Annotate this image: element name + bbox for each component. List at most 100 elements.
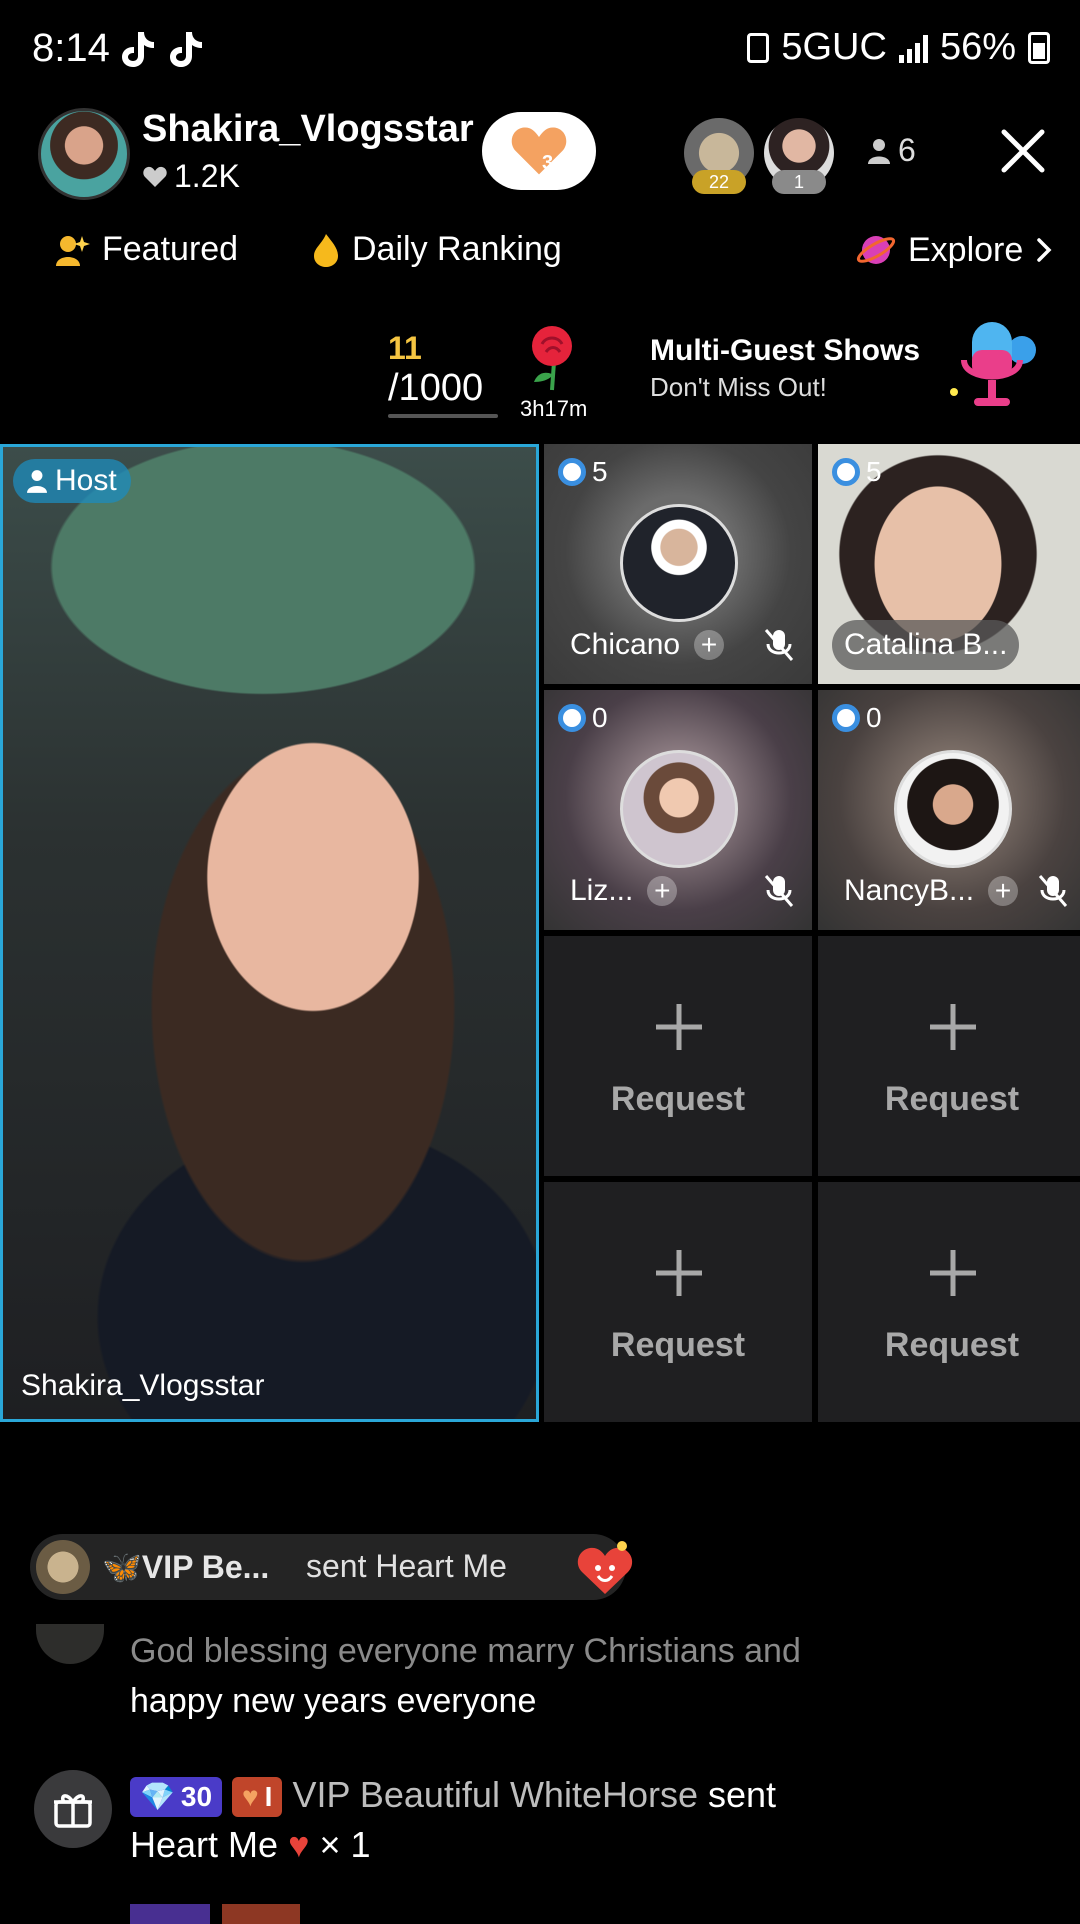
guest-tile[interactable]: 5 Catalina B... bbox=[818, 444, 1080, 684]
diamond-icon: 💎 bbox=[140, 1781, 175, 1813]
follow-button[interactable]: 3 bbox=[482, 112, 596, 190]
host-video-tile[interactable]: Host Shakira_Vlogsstar bbox=[0, 444, 539, 1422]
guest-score: 0 bbox=[832, 702, 882, 734]
guest-tile[interactable]: 0 Liz... + bbox=[544, 690, 812, 930]
mic-muted-icon bbox=[1038, 875, 1068, 907]
status-time: 8:14 bbox=[32, 26, 110, 70]
request-label: Request bbox=[610, 1080, 746, 1118]
guest-tile[interactable]: 5 Chicano + bbox=[544, 444, 812, 684]
viewer-badge: 1 bbox=[772, 170, 826, 194]
chat-next-message bbox=[130, 1904, 1050, 1924]
orange-heart-icon bbox=[511, 127, 567, 175]
request-slot[interactable]: Request bbox=[544, 936, 812, 1176]
network-type: 5GUC bbox=[781, 26, 887, 68]
host-tile-name: Shakira_Vlogsstar bbox=[21, 1369, 265, 1402]
close-icon[interactable] bbox=[998, 126, 1048, 176]
explore-link[interactable]: Explore bbox=[856, 230, 1053, 270]
request-label: Request bbox=[884, 1326, 1020, 1364]
gift-icon[interactable] bbox=[34, 1770, 112, 1848]
guest-name: Catalina B... bbox=[832, 620, 1020, 670]
host-likes: 1.2K bbox=[142, 158, 240, 195]
guest-avatar bbox=[894, 750, 1012, 868]
request-slot[interactable]: Request bbox=[544, 1182, 812, 1422]
nav-row: Featured Daily Ranking Explore bbox=[0, 230, 1080, 280]
plus-icon bbox=[930, 1250, 976, 1296]
score-icon bbox=[558, 458, 586, 486]
battery-icon bbox=[1028, 31, 1050, 64]
multi-guest-subtitle: Don't Miss Out! bbox=[650, 372, 827, 402]
plus-icon bbox=[656, 1004, 702, 1050]
guest-name: Chicano + bbox=[558, 620, 736, 670]
multi-guest-banner[interactable]: Multi-Guest Shows Don't Miss Out! bbox=[650, 334, 920, 403]
score-icon bbox=[558, 704, 586, 732]
planet-icon bbox=[856, 236, 896, 264]
score-icon bbox=[832, 704, 860, 732]
add-icon[interactable]: + bbox=[694, 630, 725, 660]
viewer-badge: 22 bbox=[692, 170, 746, 194]
chat-message-text: happy new years everyone bbox=[130, 1682, 537, 1720]
mic-muted-icon bbox=[764, 629, 794, 661]
rose-icon[interactable] bbox=[512, 322, 592, 392]
chat-message-faded: God blessing everyone marry Christians a… bbox=[130, 1632, 801, 1670]
chat-gift-name: Heart Me bbox=[130, 1824, 279, 1865]
goal-progress bbox=[388, 414, 498, 418]
host-avatar[interactable] bbox=[38, 108, 130, 200]
level-badge: 💎 30 bbox=[130, 1777, 223, 1818]
viewer-count[interactable]: 6 bbox=[868, 132, 916, 169]
signal-icon bbox=[898, 33, 928, 63]
tiktok-icon bbox=[122, 32, 154, 67]
gift-notification[interactable]: 🦋VIP Be... sent Heart Me bbox=[30, 1534, 633, 1600]
guest-score: 0 bbox=[558, 702, 608, 734]
goal-total: /1000 bbox=[388, 367, 484, 409]
score-icon bbox=[832, 458, 860, 486]
request-slot[interactable]: Request bbox=[818, 1182, 1080, 1422]
host-label: Host bbox=[13, 459, 131, 503]
guest-score: 5 bbox=[832, 456, 882, 488]
heart-me-gift-icon bbox=[577, 1541, 633, 1594]
chat-message: God blessing everyone marry Christians a… bbox=[130, 1626, 1050, 1726]
microphone-icon bbox=[950, 322, 1036, 406]
guest-score: 5 bbox=[558, 456, 608, 488]
add-icon[interactable]: + bbox=[647, 876, 678, 906]
guest-avatar bbox=[620, 750, 738, 868]
live-header: Shakira_Vlogsstar 1.2K 3 22 1 6 bbox=[0, 100, 1080, 210]
gift-action: sent Heart Me bbox=[306, 1548, 507, 1584]
rose-timer: 3h17m bbox=[520, 396, 588, 421]
featured-icon bbox=[56, 235, 90, 266]
request-label: Request bbox=[884, 1080, 1020, 1118]
chat-gift-message: 💎 30 ♥ I VIP Beautiful WhiteHorse sent Hea… bbox=[130, 1770, 1050, 1870]
guest-name: NancyB... + bbox=[832, 866, 1030, 916]
chevron-right-icon bbox=[1037, 238, 1052, 262]
chat-gift-count: × 1 bbox=[319, 1824, 371, 1865]
guest-tile[interactable]: 0 NancyB... + bbox=[818, 690, 1080, 930]
guest-name: Liz... + bbox=[558, 866, 689, 916]
gift-sender: 🦋VIP Be... bbox=[102, 1549, 270, 1585]
plus-icon bbox=[930, 1004, 976, 1050]
request-label: Request bbox=[610, 1326, 746, 1364]
follow-level: 3 bbox=[542, 152, 554, 174]
gift-goal[interactable]: 11 /1000 bbox=[388, 330, 498, 418]
person-icon bbox=[27, 470, 47, 493]
status-right: 5GUC 56% bbox=[747, 26, 1050, 69]
top-viewer-avatar[interactable]: 1 bbox=[764, 118, 834, 194]
person-icon bbox=[868, 138, 890, 164]
heart-icon bbox=[143, 166, 167, 187]
add-icon[interactable]: + bbox=[988, 876, 1019, 906]
host-name[interactable]: Shakira_Vlogsstar bbox=[142, 108, 474, 151]
likes-count: 1.2K bbox=[174, 158, 240, 194]
featured-tab[interactable]: Featured bbox=[54, 230, 238, 269]
top-viewer-avatar[interactable]: 22 bbox=[684, 118, 754, 194]
flame-icon bbox=[314, 233, 338, 267]
sender-avatar bbox=[36, 1540, 90, 1594]
request-slot[interactable]: Request bbox=[818, 936, 1080, 1176]
chat-avatar bbox=[36, 1624, 104, 1664]
guest-avatar bbox=[620, 504, 738, 622]
mic-muted-icon bbox=[764, 875, 794, 907]
heart-me-gift-icon: ♥ bbox=[288, 1824, 310, 1865]
tiktok-icon bbox=[170, 32, 202, 67]
goal-current: 11 bbox=[388, 330, 422, 366]
gift-box-icon bbox=[54, 1794, 92, 1828]
chat-username[interactable]: VIP Beautiful WhiteHorse bbox=[292, 1774, 698, 1815]
daily-ranking-tab[interactable]: Daily Ranking bbox=[312, 230, 562, 269]
chat-action: sent bbox=[708, 1774, 777, 1815]
